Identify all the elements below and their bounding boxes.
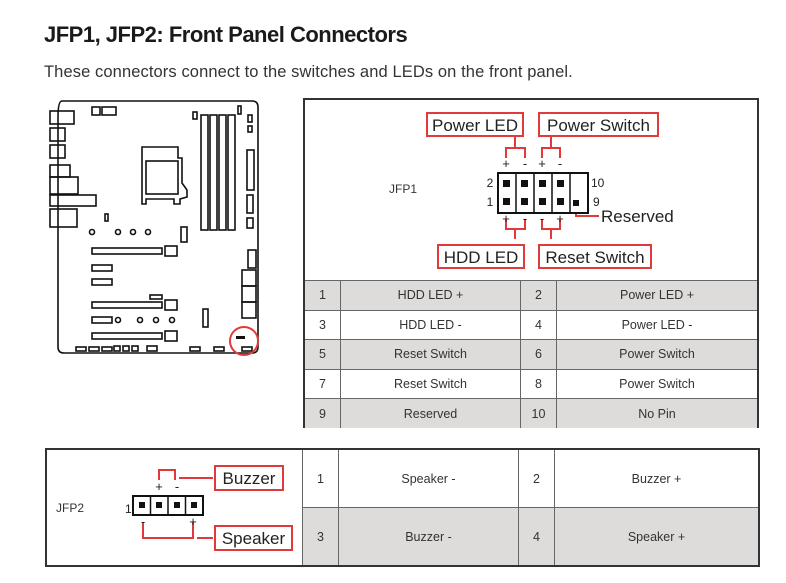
table-row: 1 Speaker - 2 Buzzer + bbox=[302, 450, 758, 508]
pin bbox=[521, 180, 528, 187]
pin bbox=[503, 198, 510, 205]
pcie-slot bbox=[91, 247, 163, 255]
io-port bbox=[49, 164, 71, 178]
svg-text:-: - bbox=[175, 479, 179, 494]
jfp2-panel: JFP2 1 + - - + Buzzer Speaker 1 Speaker … bbox=[45, 448, 760, 567]
pin bbox=[573, 200, 579, 206]
jfp1-panel: JFP1 Power LED Power Switch + - + - 2 1 … bbox=[303, 98, 759, 428]
pin bbox=[557, 198, 564, 205]
svg-text:Buzzer: Buzzer bbox=[223, 469, 276, 488]
table-row: 9 Reserved 10 No Pin bbox=[305, 398, 757, 428]
reserved-callout: Reserved bbox=[601, 207, 674, 226]
pin bbox=[156, 502, 162, 508]
jfp2-pin-header bbox=[132, 495, 204, 516]
page-subtitle: These connectors connect to the switches… bbox=[44, 63, 573, 81]
pin bbox=[503, 180, 510, 187]
table-row: 1 HDD LED + 2 Power LED + bbox=[305, 280, 757, 311]
svg-text:+: + bbox=[538, 156, 546, 171]
svg-text:Speaker: Speaker bbox=[222, 529, 286, 548]
jfp2-label: JFP2 bbox=[56, 501, 84, 515]
svg-text:9: 9 bbox=[593, 195, 600, 209]
pin bbox=[139, 502, 145, 508]
pin bbox=[521, 198, 528, 205]
pin bbox=[174, 502, 180, 508]
io-port bbox=[49, 176, 79, 195]
jfp2-diagram: JFP2 1 + - - + Buzzer Speaker bbox=[47, 450, 302, 565]
motherboard-diagram bbox=[49, 100, 259, 356]
io-port bbox=[49, 110, 75, 125]
pcie-slot bbox=[91, 301, 163, 309]
table-row: 3 HDD LED - 4 Power LED - bbox=[305, 309, 757, 341]
dimm-slot bbox=[200, 114, 209, 231]
svg-text:1: 1 bbox=[125, 502, 132, 516]
dimm-slot bbox=[209, 114, 218, 231]
svg-text:-: - bbox=[540, 211, 544, 226]
svg-text:+: + bbox=[502, 211, 510, 226]
table-row: 7 Reset Switch 8 Power Switch bbox=[305, 368, 757, 400]
dimm-slot bbox=[227, 114, 236, 231]
io-port bbox=[49, 194, 97, 207]
table-row: 5 Reset Switch 6 Power Switch bbox=[305, 339, 757, 370]
svg-text:-: - bbox=[523, 211, 527, 226]
svg-text:Power LED: Power LED bbox=[432, 116, 518, 135]
svg-text:Power Switch: Power Switch bbox=[547, 116, 650, 135]
svg-text:+: + bbox=[502, 156, 510, 171]
svg-text:Reset Switch: Reset Switch bbox=[545, 248, 644, 267]
pin bbox=[557, 180, 564, 187]
dimm-slot bbox=[218, 114, 227, 231]
cpu-socket bbox=[141, 146, 188, 205]
svg-text:+: + bbox=[155, 479, 163, 494]
pcie-slot bbox=[91, 332, 163, 340]
pin bbox=[539, 198, 546, 205]
svg-text:10: 10 bbox=[591, 176, 605, 190]
svg-text:-: - bbox=[523, 156, 527, 171]
table-row: 3 Buzzer - 4 Speaker + bbox=[302, 507, 758, 565]
svg-text:+: + bbox=[556, 211, 564, 226]
svg-text:HDD LED: HDD LED bbox=[444, 248, 519, 267]
pin bbox=[539, 180, 546, 187]
svg-text:2: 2 bbox=[487, 176, 494, 190]
jfp1-pin-header bbox=[497, 172, 589, 214]
io-port bbox=[49, 208, 78, 228]
svg-text:-: - bbox=[141, 514, 145, 529]
page-title: JFP1, JFP2: Front Panel Connectors bbox=[44, 22, 408, 47]
pin bbox=[191, 502, 197, 508]
jfp1-label: JFP1 bbox=[389, 182, 417, 196]
svg-text:+: + bbox=[189, 514, 197, 529]
svg-text:-: - bbox=[558, 156, 562, 171]
jfp2-pin-table: 1 Speaker - 2 Buzzer + 3 Buzzer - 4 Spea… bbox=[302, 450, 758, 565]
svg-text:1: 1 bbox=[487, 195, 494, 209]
jfp1-diagram: JFP1 Power LED Power Switch + - + - 2 1 … bbox=[305, 100, 757, 280]
jfp1-pin-table: 1 HDD LED + 2 Power LED + 3 HDD LED - 4 … bbox=[305, 280, 757, 428]
